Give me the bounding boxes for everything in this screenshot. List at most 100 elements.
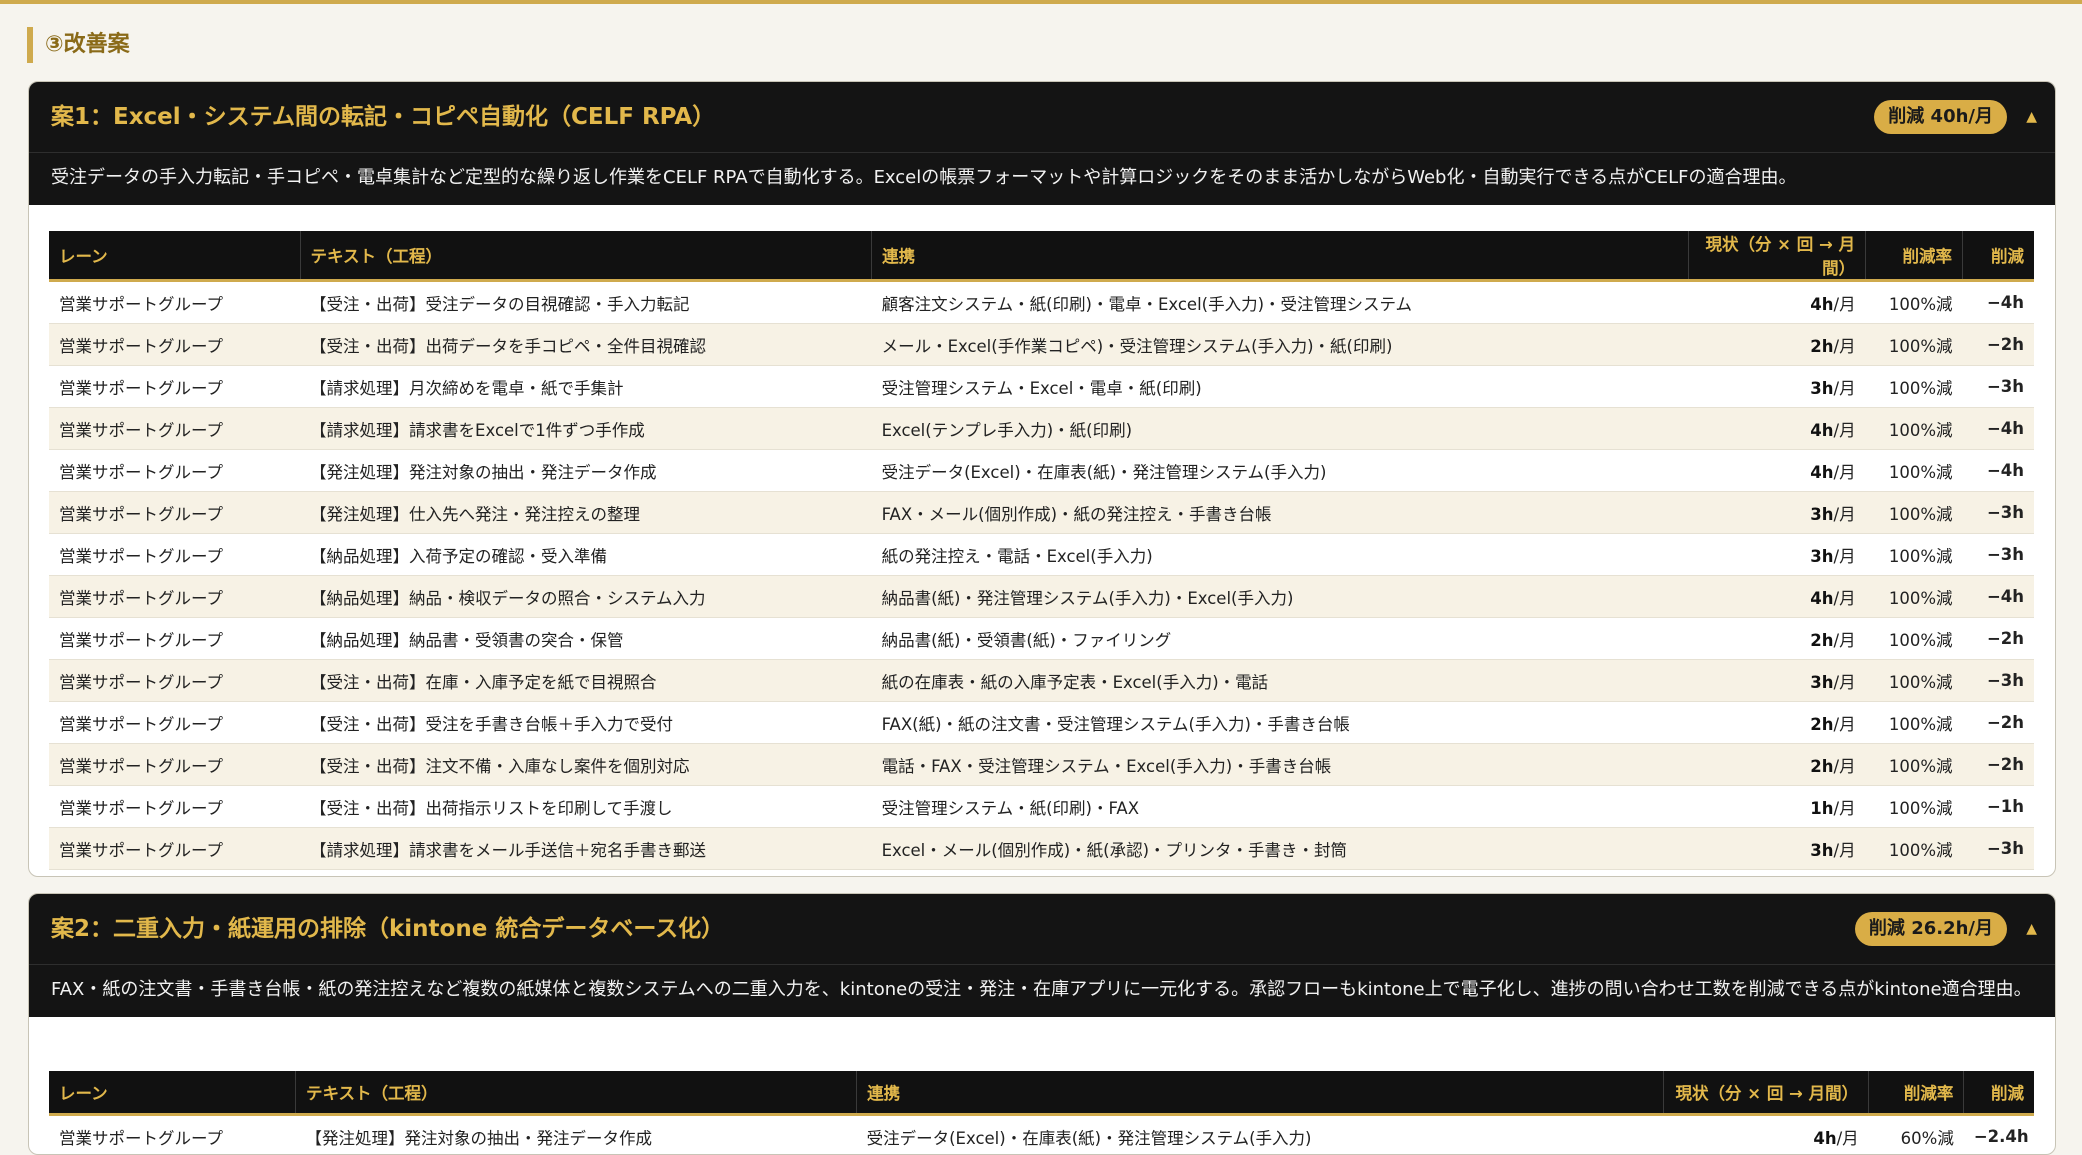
cell-reduction: −2h (1963, 618, 2034, 660)
plan-header[interactable]: 案2：二重入力・紙運用の排除（kintone 統合データベース化） 削減 26.… (29, 894, 2055, 964)
cell-process: 【受注・出荷】注文不備・入庫なし案件を個別対応 (300, 744, 872, 786)
collapse-toggle-icon[interactable]: ▲ (2026, 82, 2037, 152)
cell-process: 【受注・出荷】受注を手書き台帳＋手入力で受付 (300, 702, 872, 744)
current-hours: 4h (1810, 463, 1833, 482)
cell-rate: 100%減 (1866, 786, 1963, 828)
cell-current: 3h/月 (1688, 366, 1866, 408)
plan-description: 受注データの手入力転記・手コピペ・電卓集計など定型的な繰り返し作業をCELF R… (29, 152, 2055, 205)
cell-lane: 営業サポートグループ (49, 534, 300, 576)
current-unit: /月 (1834, 505, 1856, 524)
cell-rate: 100%減 (1866, 828, 1963, 870)
cell-reduction: −4h (1963, 408, 2034, 450)
cell-link: Excel・メール(個別作成)・紙(承認)・プリンタ・手書き・封筒 (872, 828, 1688, 870)
current-unit: /月 (1834, 547, 1856, 566)
process-table: レーン テキスト（工程） 連携 現状（分 × 回 → 月間） 削減率 削減 営業… (49, 231, 2034, 870)
current-unit: /月 (1834, 337, 1856, 356)
cell-process: 【納品処理】納品書・受領書の突合・保管 (300, 618, 872, 660)
cell-link: メール・Excel(手作業コピペ)・受注管理システム(手入力)・紙(印刷) (872, 324, 1688, 366)
table-row: 営業サポートグループ【発注処理】仕入先へ発注・発注控えの整理FAX・メール(個別… (49, 492, 2034, 534)
plan-title: 案2：二重入力・紙運用の排除（kintone 統合データベース化） (51, 894, 724, 964)
cell-reduction: −3h (1963, 492, 2034, 534)
cell-rate: 100%減 (1866, 702, 1963, 744)
cell-reduction: −4h (1963, 281, 2034, 324)
current-hours: 2h (1810, 631, 1833, 650)
cell-link: 納品書(紙)・発注管理システム(手入力)・Excel(手入力) (872, 576, 1688, 618)
current-hours: 4h (1810, 421, 1833, 440)
cell-reduction: −3h (1963, 366, 2034, 408)
current-unit: /月 (1834, 799, 1856, 818)
cell-current: 4h/月 (1663, 1115, 1868, 1155)
current-hours: 3h (1810, 379, 1833, 398)
cell-rate: 100%減 (1866, 408, 1963, 450)
table-row: 営業サポートグループ【受注・出荷】出荷指示リストを印刷して手渡し受注管理システム… (49, 786, 2034, 828)
plan-card-1: 案1：Excel・システム間の転記・コピペ自動化（CELF RPA） 削減 40… (28, 81, 2056, 877)
cell-lane: 営業サポートグループ (49, 618, 300, 660)
section-title: ③改善案 (27, 27, 130, 63)
collapse-toggle-icon[interactable]: ▲ (2026, 894, 2037, 964)
cell-rate: 100%減 (1866, 534, 1963, 576)
current-unit: /月 (1834, 421, 1856, 440)
cell-current: 2h/月 (1688, 324, 1866, 366)
current-hours: 2h (1810, 337, 1833, 356)
cell-current: 2h/月 (1688, 618, 1866, 660)
cell-link: 電話・FAX・受注管理システム・Excel(手入力)・手書き台帳 (872, 744, 1688, 786)
cell-process: 【発注処理】仕入先へ発注・発注控えの整理 (300, 492, 872, 534)
cell-link: 納品書(紙)・受領書(紙)・ファイリング (872, 618, 1688, 660)
cell-link: 受注データ(Excel)・在庫表(紙)・発注管理システム(手入力) (857, 1115, 1664, 1155)
top-accent-rule (0, 0, 2082, 4)
cell-link: FAX・メール(個別作成)・紙の発注控え・手書き台帳 (872, 492, 1688, 534)
cell-rate: 100%減 (1866, 324, 1963, 366)
table-row: 営業サポートグループ【発注処理】発注対象の抽出・発注データ作成受注データ(Exc… (49, 450, 2034, 492)
cell-lane: 営業サポートグループ (49, 492, 300, 534)
cell-link: 紙の発注控え・電話・Excel(手入力) (872, 534, 1688, 576)
current-unit: /月 (1834, 715, 1856, 734)
process-table: レーン テキスト（工程） 連携 現状（分 × 回 → 月間） 削減率 削減 営業… (49, 1071, 2034, 1155)
cell-lane: 営業サポートグループ (49, 450, 300, 492)
cell-lane: 営業サポートグループ (49, 1115, 295, 1155)
col-header-reduction: 削減 (1964, 1071, 2034, 1115)
col-header-text: テキスト（工程） (300, 231, 872, 281)
cell-lane: 営業サポートグループ (49, 281, 300, 324)
cell-current: 4h/月 (1688, 450, 1866, 492)
current-unit: /月 (1834, 673, 1856, 692)
cell-current: 3h/月 (1688, 828, 1866, 870)
col-header-rate: 削減率 (1869, 1071, 1964, 1115)
cell-link: Excel(テンプレ手入力)・紙(印刷) (872, 408, 1688, 450)
cell-lane: 営業サポートグループ (49, 324, 300, 366)
current-hours: 3h (1810, 505, 1833, 524)
plan-title: 案1：Excel・システム間の転記・コピペ自動化（CELF RPA） (51, 82, 715, 152)
cell-process: 【発注処理】発注対象の抽出・発注データ作成 (295, 1115, 856, 1155)
cell-reduction: −3h (1963, 534, 2034, 576)
cell-lane: 営業サポートグループ (49, 786, 300, 828)
col-header-current: 現状（分 × 回 → 月間） (1663, 1071, 1868, 1115)
table-row: 営業サポートグループ【請求処理】請求書をExcelで1件ずつ手作成Excel(テ… (49, 408, 2034, 450)
table-row: 営業サポートグループ【発注処理】発注対象の抽出・発注データ作成受注データ(Exc… (49, 1115, 2034, 1155)
table-row: 営業サポートグループ【納品処理】入荷予定の確認・受入準備紙の発注控え・電話・Ex… (49, 534, 2034, 576)
cell-rate: 100%減 (1866, 492, 1963, 534)
col-header-link: 連携 (857, 1071, 1664, 1115)
table-header-row: レーン テキスト（工程） 連携 現状（分 × 回 → 月間） 削減率 削減 (49, 231, 2034, 281)
cell-lane: 営業サポートグループ (49, 828, 300, 870)
cell-reduction: −2h (1963, 744, 2034, 786)
cell-current: 4h/月 (1688, 408, 1866, 450)
current-hours: 3h (1810, 547, 1833, 566)
table-row: 営業サポートグループ【納品処理】納品書・受領書の突合・保管納品書(紙)・受領書(… (49, 618, 2034, 660)
cell-current: 1h/月 (1688, 786, 1866, 828)
cell-current: 4h/月 (1688, 576, 1866, 618)
cell-reduction: −1h (1963, 786, 2034, 828)
cell-process: 【納品処理】入荷予定の確認・受入準備 (300, 534, 872, 576)
plan-header[interactable]: 案1：Excel・システム間の転記・コピペ自動化（CELF RPA） 削減 40… (29, 82, 2055, 152)
table-body: 営業サポートグループ【受注・出荷】受注データの目視確認・手入力転記顧客注文システ… (49, 281, 2034, 870)
cell-link: 受注管理システム・紙(印刷)・FAX (872, 786, 1688, 828)
plan-description: FAX・紙の注文書・手書き台帳・紙の発注控えなど複数の紙媒体と複数システムへの二… (29, 964, 2055, 1017)
cell-reduction: −4h (1963, 576, 2034, 618)
cell-current: 3h/月 (1688, 660, 1866, 702)
cell-link: 受注データ(Excel)・在庫表(紙)・発注管理システム(手入力) (872, 450, 1688, 492)
cell-lane: 営業サポートグループ (49, 366, 300, 408)
current-hours: 3h (1810, 841, 1833, 860)
cell-current: 3h/月 (1688, 534, 1866, 576)
cell-process: 【受注・出荷】出荷データを手コピペ・全件目視確認 (300, 324, 872, 366)
current-hours: 2h (1810, 715, 1833, 734)
cell-process: 【受注・出荷】受注データの目視確認・手入力転記 (300, 281, 872, 324)
current-unit: /月 (1834, 589, 1856, 608)
